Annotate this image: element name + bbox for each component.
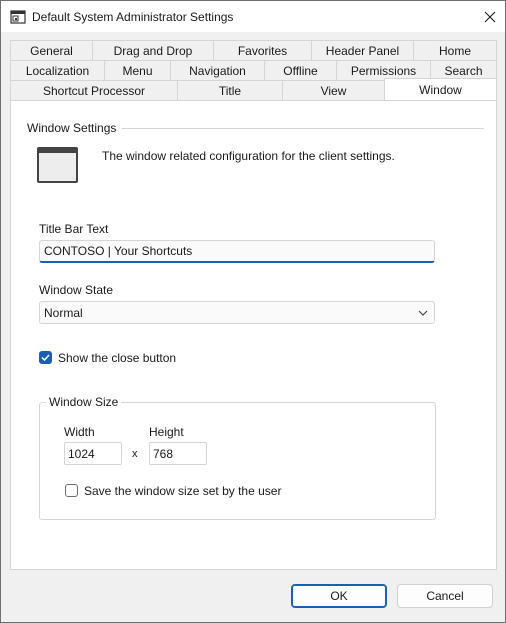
- tab-menu[interactable]: Menu: [104, 60, 170, 80]
- height-input[interactable]: [149, 442, 207, 465]
- tab-favorites[interactable]: Favorites: [213, 40, 311, 60]
- window-icon: [37, 147, 78, 183]
- window-state-label: Window State: [39, 283, 114, 297]
- chevron-down-icon: [418, 310, 428, 316]
- tab-window[interactable]: Window: [384, 78, 497, 100]
- window-size-group-title: Window Size: [46, 395, 122, 409]
- tab-search[interactable]: Search: [430, 60, 497, 80]
- width-input[interactable]: [64, 442, 122, 465]
- window-state-value: Normal: [44, 306, 83, 320]
- checkmark-icon: [41, 354, 50, 362]
- tab-general[interactable]: General: [10, 40, 92, 60]
- close-button[interactable]: [475, 1, 505, 32]
- section-divider: [122, 128, 484, 129]
- title-bar: Default System Administrator Settings: [1, 1, 505, 32]
- app-icon: [10, 10, 26, 24]
- cancel-button[interactable]: Cancel: [397, 584, 493, 608]
- tab-navigation[interactable]: Navigation: [170, 60, 264, 80]
- tab-row-1: General Drag and Drop Favorites Header P…: [10, 40, 497, 60]
- show-close-checkbox[interactable]: [39, 351, 52, 364]
- save-size-label: Save the window size set by the user: [84, 484, 282, 498]
- window-state-select[interactable]: Normal: [39, 301, 435, 324]
- title-bar-text-input[interactable]: [39, 240, 435, 263]
- height-label: Height: [149, 425, 184, 439]
- section-description: The window related configuration for the…: [102, 149, 395, 163]
- size-separator: x: [132, 448, 138, 460]
- settings-dialog: Default System Administrator Settings Ge…: [0, 0, 506, 623]
- close-icon: [484, 11, 496, 22]
- tab-row-3: Shortcut Processor Title View Window: [10, 78, 497, 100]
- tab-permissions[interactable]: Permissions: [336, 60, 430, 80]
- section-title: Window Settings: [27, 121, 117, 135]
- title-bar-text-label: Title Bar Text: [39, 222, 109, 236]
- tab-header-panel[interactable]: Header Panel: [311, 40, 413, 60]
- window-title: Default System Administrator Settings: [32, 10, 234, 24]
- ok-button[interactable]: OK: [291, 584, 387, 608]
- show-close-label: Show the close button: [58, 351, 177, 365]
- tab-home[interactable]: Home: [413, 40, 497, 60]
- save-size-checkbox[interactable]: [65, 484, 78, 497]
- tab-title[interactable]: Title: [177, 80, 282, 100]
- tab-localization[interactable]: Localization: [10, 60, 104, 80]
- width-label: Width: [64, 425, 95, 439]
- tab-offline[interactable]: Offline: [264, 60, 336, 80]
- tab-view[interactable]: View: [282, 80, 384, 100]
- tab-row-2: Localization Menu Navigation Offline Per…: [10, 60, 497, 80]
- tab-drag-and-drop[interactable]: Drag and Drop: [92, 40, 213, 60]
- tab-shortcut-processor[interactable]: Shortcut Processor: [10, 80, 177, 100]
- window-settings-panel: Window Settings The window related confi…: [10, 100, 497, 570]
